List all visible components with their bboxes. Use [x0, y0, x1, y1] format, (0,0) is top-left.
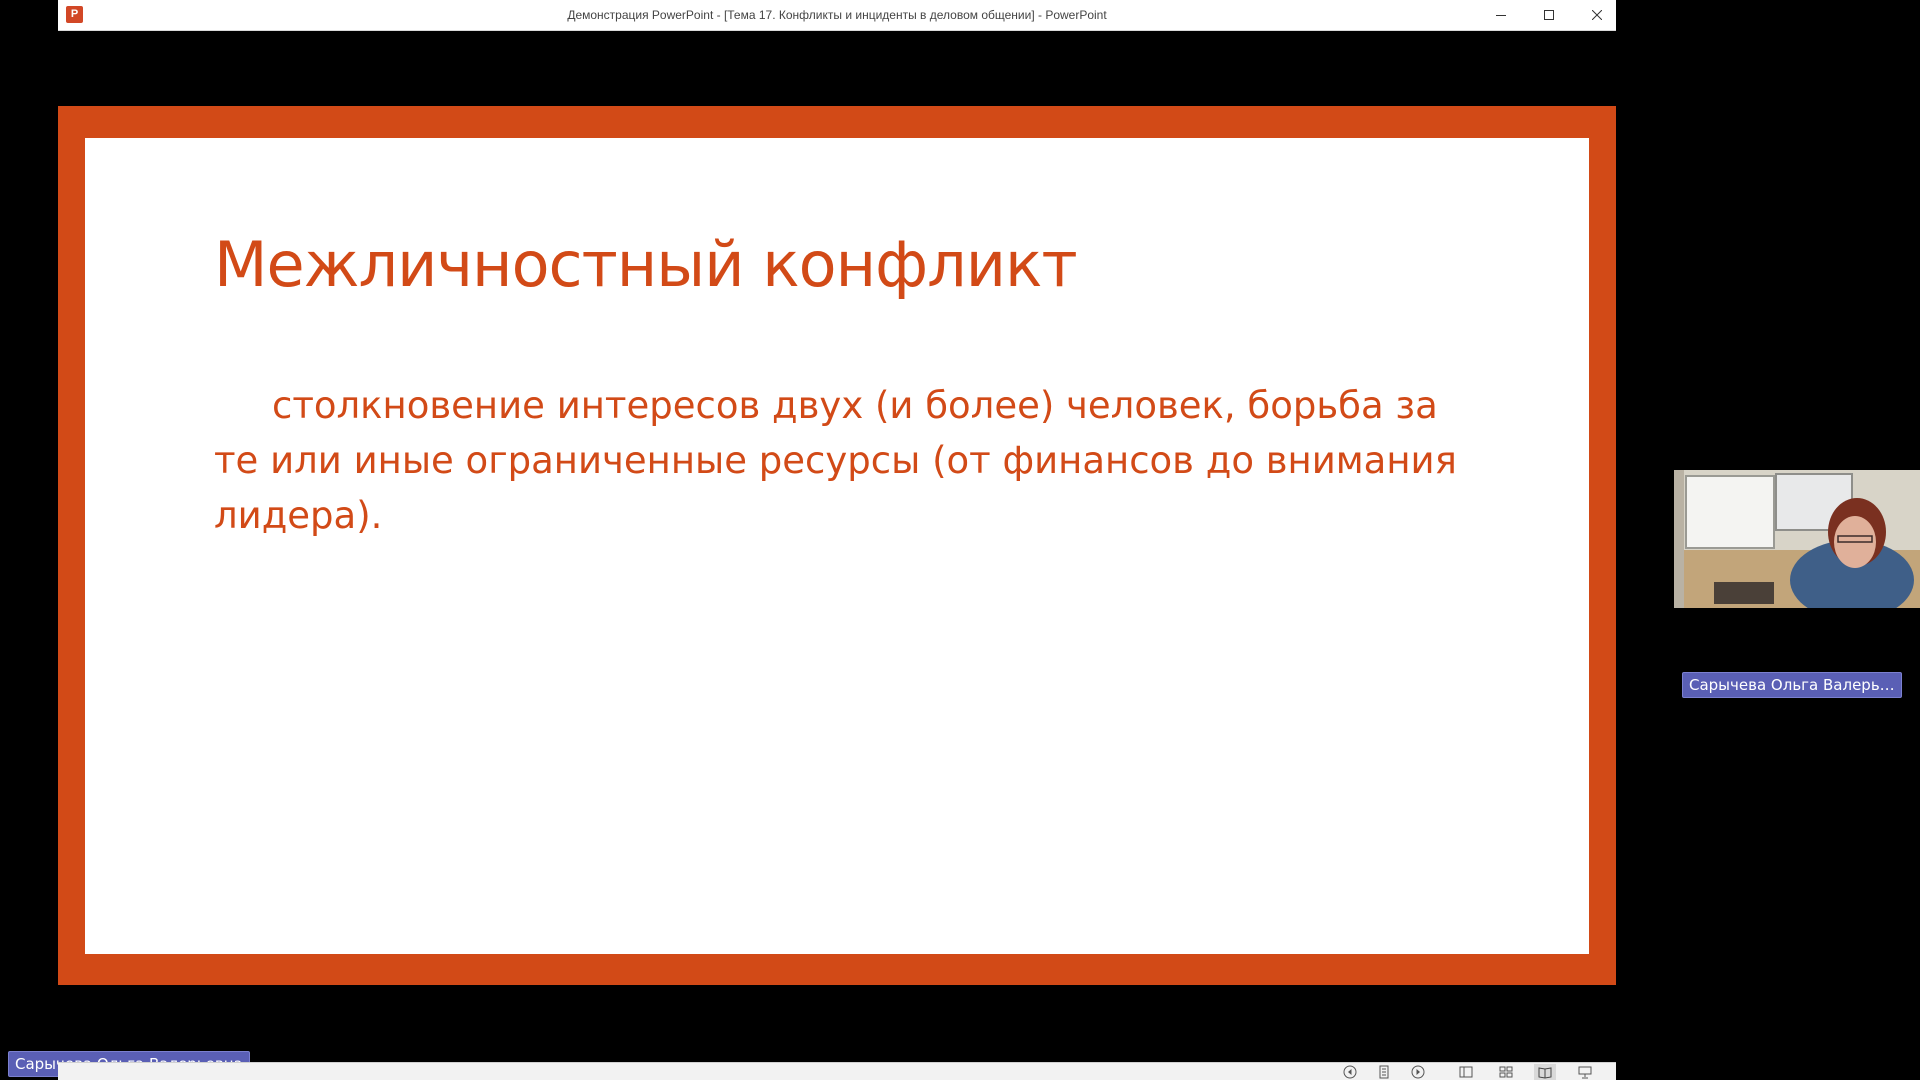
- maximize-icon: [1544, 10, 1554, 20]
- minimize-icon: [1496, 15, 1506, 16]
- slide-frame: Межличностный конфликт столкновение инте…: [58, 106, 1616, 985]
- slide-menu-button[interactable]: [1373, 1064, 1395, 1080]
- next-slide-icon: [1411, 1065, 1425, 1079]
- minimize-button[interactable]: [1478, 0, 1524, 30]
- slideshow-button[interactable]: [1574, 1064, 1596, 1080]
- reading-view-button[interactable]: [1534, 1064, 1556, 1080]
- previous-slide-button[interactable]: [1339, 1064, 1361, 1080]
- participant-video[interactable]: [1674, 470, 1920, 608]
- participant-name-tag: Сарычева Ольга Валерье...: [1682, 672, 1902, 698]
- slide-body-text: столкновение интересов двух (и более) че…: [214, 384, 1457, 537]
- participant-video-feed: [1674, 470, 1920, 608]
- window-titlebar: P Демонстрация PowerPoint - [Тема 17. Ко…: [58, 0, 1616, 31]
- normal-view-icon: [1459, 1066, 1473, 1078]
- reading-view-icon: [1538, 1067, 1552, 1079]
- normal-view-button[interactable]: [1455, 1064, 1477, 1080]
- screen: P Демонстрация PowerPoint - [Тема 17. Ко…: [0, 0, 1920, 1080]
- close-icon: [1592, 10, 1602, 20]
- slide-sorter-icon: [1499, 1066, 1513, 1078]
- slide-menu-icon: [1379, 1065, 1389, 1079]
- maximize-button[interactable]: [1526, 0, 1572, 30]
- previous-slide-icon: [1343, 1065, 1357, 1079]
- presentation-statusbar: [58, 1062, 1616, 1080]
- window-title: Демонстрация PowerPoint - [Тема 17. Конф…: [567, 8, 1107, 22]
- slide-content-area: Межличностный конфликт столкновение инте…: [85, 138, 1589, 954]
- close-button[interactable]: [1574, 0, 1620, 30]
- slideshow-icon: [1578, 1066, 1592, 1079]
- next-slide-button[interactable]: [1407, 1064, 1429, 1080]
- slide-sorter-button[interactable]: [1495, 1064, 1517, 1080]
- slide-title: Межличностный конфликт: [214, 228, 1078, 301]
